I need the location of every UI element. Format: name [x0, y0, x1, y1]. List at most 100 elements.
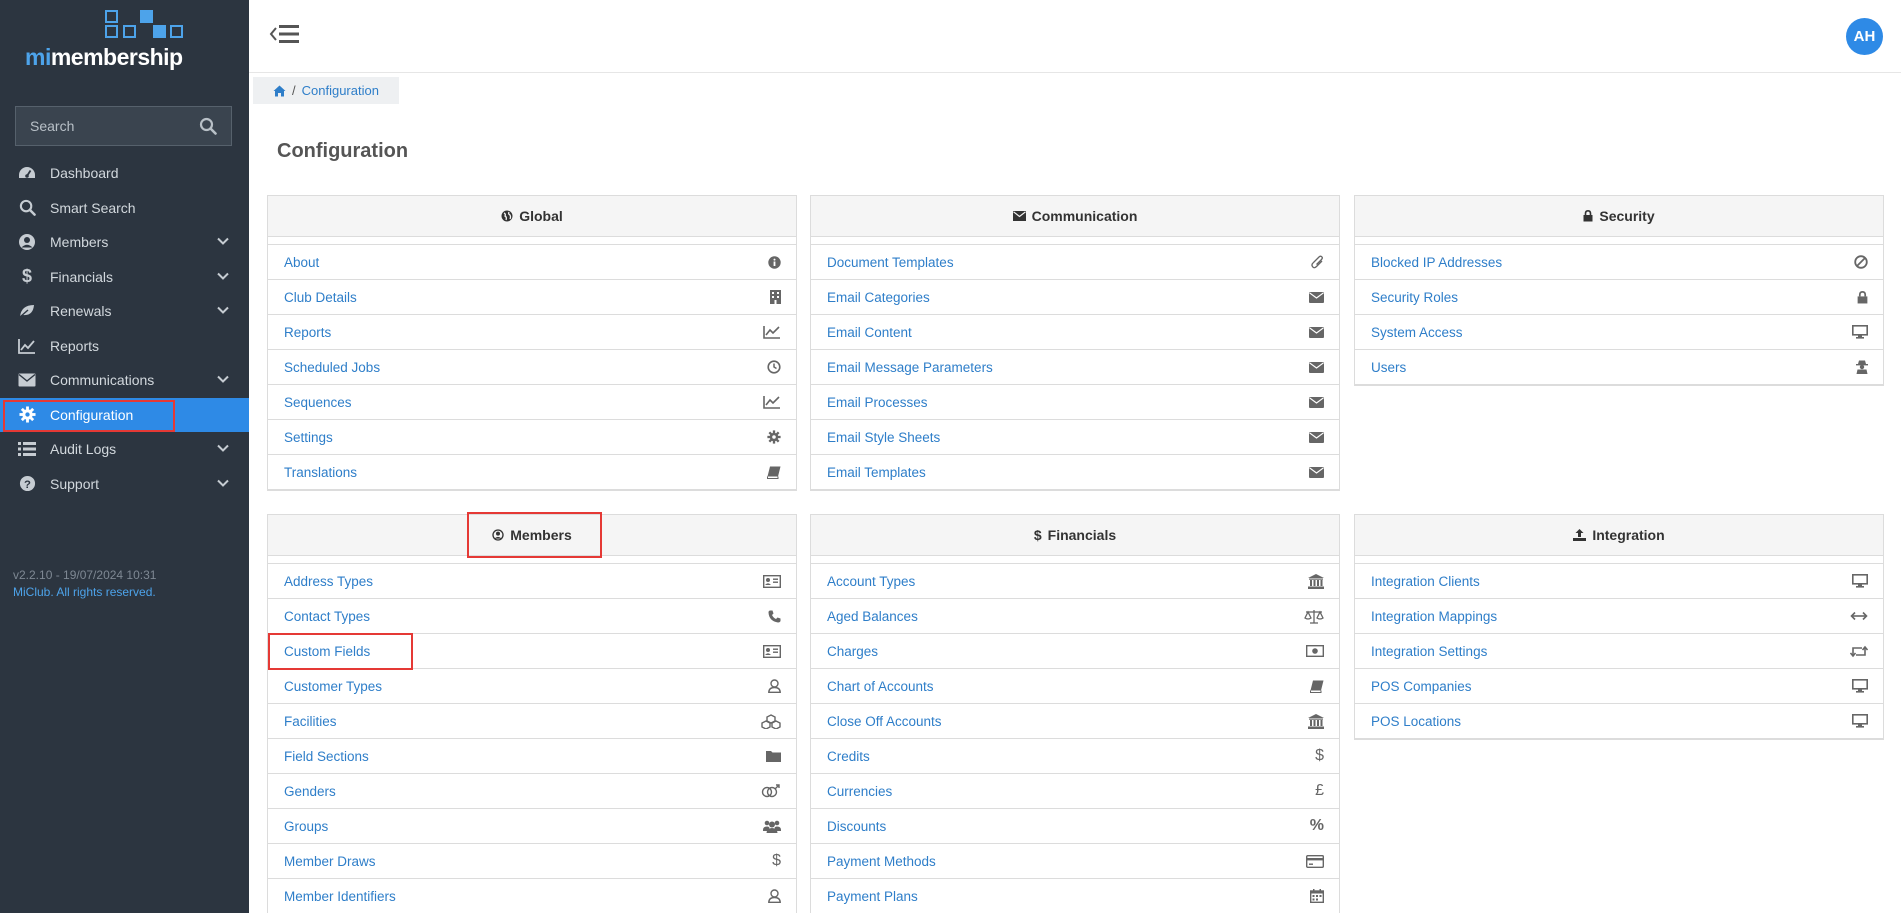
sidebar-item-reports[interactable]: Reports — [0, 329, 249, 364]
sidebar-item-support[interactable]: ? Support — [0, 467, 249, 502]
link-label: Integration Mappings — [1371, 608, 1498, 624]
home-icon[interactable] — [273, 85, 286, 97]
avatar[interactable]: AH — [1846, 18, 1883, 55]
envelope-icon — [1309, 326, 1324, 338]
config-link-email-content[interactable]: Email Content — [811, 315, 1339, 350]
link-label: Security Roles — [1371, 289, 1459, 305]
user-secret-icon — [1856, 360, 1868, 374]
chevron-down-icon[interactable] — [217, 237, 229, 245]
chevron-down-icon[interactable] — [217, 306, 229, 314]
sidebar-item-communications[interactable]: Communications — [0, 363, 249, 398]
panel-spacer — [811, 237, 1339, 245]
config-link-credits[interactable]: Credits $ — [811, 739, 1339, 774]
config-link-blocked-ip-addresses[interactable]: Blocked IP Addresses — [1355, 245, 1883, 280]
config-link-aged-balances[interactable]: Aged Balances — [811, 599, 1339, 634]
config-link-email-message-parameters[interactable]: Email Message Parameters — [811, 350, 1339, 385]
sidebar-item-label: Reports — [50, 337, 100, 354]
config-link-contact-types[interactable]: Contact Types — [268, 599, 796, 634]
sidebar-item-renewals[interactable]: Renewals — [0, 294, 249, 329]
config-link-currencies[interactable]: Currencies £ — [811, 774, 1339, 809]
link-label: Payment Plans — [827, 888, 918, 904]
sidebar-item-financials[interactable]: $ Financials — [0, 260, 249, 295]
panel-global: Global About Club Details Reports Schedu… — [267, 195, 797, 491]
config-link-customer-types[interactable]: Customer Types — [268, 669, 796, 704]
sidebar-item-smart-search[interactable]: Smart Search — [0, 191, 249, 226]
logo[interactable]: mimembership — [25, 8, 185, 70]
config-link-genders[interactable]: Genders — [268, 774, 796, 809]
config-link-custom-fields[interactable]: Custom Fields — [268, 633, 796, 670]
chevron-down-icon[interactable] — [217, 479, 229, 487]
lock-icon — [1583, 210, 1593, 222]
folder-icon — [766, 750, 781, 762]
config-link-payment-plans[interactable]: Payment Plans — [811, 879, 1339, 913]
link-label: Address Types — [284, 573, 374, 589]
config-link-system-access[interactable]: System Access — [1355, 315, 1883, 350]
config-link-club-details[interactable]: Club Details — [268, 280, 796, 315]
user-icon — [768, 679, 781, 693]
config-link-document-templates[interactable]: Document Templates — [811, 245, 1339, 280]
link-label: Facilities — [284, 713, 337, 729]
config-link-scheduled-jobs[interactable]: Scheduled Jobs — [268, 350, 796, 385]
copyright-link[interactable]: MiClub. All rights reserved. — [13, 584, 156, 601]
panel-spacer — [1355, 556, 1883, 564]
link-label: Document Templates — [827, 254, 954, 270]
dollar-icon: $ — [772, 852, 781, 869]
chevron-down-icon[interactable] — [217, 272, 229, 280]
sidebar-item-label: Renewals — [50, 303, 112, 320]
sidebar-item-label: Communications — [50, 372, 155, 389]
link-label: Credits — [827, 748, 870, 764]
sidebar-item-configuration[interactable]: Configuration — [0, 397, 249, 432]
config-link-integration-clients[interactable]: Integration Clients — [1355, 564, 1883, 599]
panel-header: Security — [1355, 196, 1883, 237]
config-link-facilities[interactable]: Facilities — [268, 704, 796, 739]
config-link-email-processes[interactable]: Email Processes — [811, 385, 1339, 420]
config-link-charges[interactable]: Charges — [811, 634, 1339, 669]
search-input[interactable]: Search — [15, 106, 232, 146]
config-link-member-draws[interactable]: Member Draws $ — [268, 844, 796, 879]
menu-toggle-icon[interactable] — [269, 22, 305, 48]
config-link-reports[interactable]: Reports — [268, 315, 796, 350]
config-link-discounts[interactable]: Discounts% — [811, 809, 1339, 844]
config-link-email-categories[interactable]: Email Categories — [811, 280, 1339, 315]
config-link-email-templates[interactable]: Email Templates — [811, 455, 1339, 490]
config-link-sequences[interactable]: Sequences — [268, 385, 796, 420]
search-icon[interactable] — [199, 117, 217, 135]
config-link-field-sections[interactable]: Field Sections — [268, 739, 796, 774]
config-link-security-roles[interactable]: Security Roles — [1355, 280, 1883, 315]
config-link-settings[interactable]: Settings — [268, 420, 796, 455]
config-link-integration-mappings[interactable]: Integration Mappings — [1355, 599, 1883, 634]
page-title: Configuration — [277, 140, 409, 162]
sidebar-item-members[interactable]: Members — [0, 225, 249, 260]
config-link-email-style-sheets[interactable]: Email Style Sheets — [811, 420, 1339, 455]
config-link-pos-companies[interactable]: POS Companies — [1355, 669, 1883, 704]
config-link-account-types[interactable]: Account Types — [811, 564, 1339, 599]
svg-text:?: ? — [24, 479, 31, 491]
config-link-users[interactable]: Users — [1355, 350, 1883, 385]
sidebar-nav: Dashboard Smart Search Members $ Financi… — [0, 156, 249, 501]
config-link-about[interactable]: About — [268, 245, 796, 280]
config-link-close-off-accounts[interactable]: Close Off Accounts — [811, 704, 1339, 739]
panel-title: Integration — [1592, 527, 1665, 543]
sidebar-item-audit-logs[interactable]: Audit Logs — [0, 432, 249, 467]
sidebar-item-dashboard[interactable]: Dashboard — [0, 156, 249, 191]
config-link-chart-of-accounts[interactable]: Chart of Accounts — [811, 669, 1339, 704]
dollar-icon: $ — [1033, 527, 1042, 543]
chevron-down-icon[interactable] — [217, 375, 229, 383]
link-label: Email Message Parameters — [827, 359, 993, 375]
panel-header: Integration — [1355, 515, 1883, 556]
link-label: Member Draws — [284, 853, 376, 869]
config-link-translations[interactable]: Translations — [268, 455, 796, 490]
building-icon — [770, 290, 781, 304]
highlight-box — [467, 512, 602, 558]
link-label: Contact Types — [284, 608, 371, 624]
config-link-payment-methods[interactable]: Payment Methods — [811, 844, 1339, 879]
config-link-pos-locations[interactable]: POS Locations — [1355, 704, 1883, 739]
logo-square — [170, 25, 183, 38]
config-link-member-identifiers[interactable]: Member Identifiers — [268, 879, 796, 913]
chevron-down-icon[interactable] — [217, 444, 229, 452]
config-link-groups[interactable]: Groups — [268, 809, 796, 844]
config-link-address-types[interactable]: Address Types — [268, 564, 796, 599]
config-link-integration-settings[interactable]: Integration Settings — [1355, 634, 1883, 669]
link-label: Genders — [284, 783, 336, 799]
breadcrumb-current[interactable]: Configuration — [302, 83, 379, 98]
